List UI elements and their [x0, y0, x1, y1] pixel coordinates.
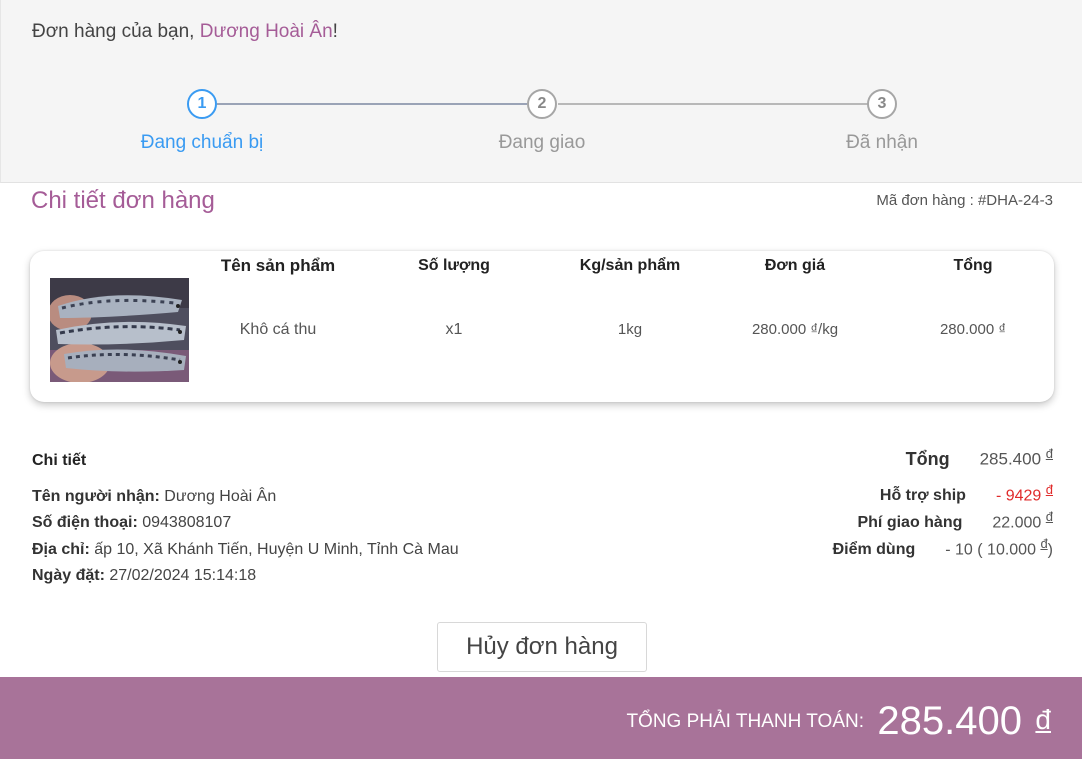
- product-total: 280.000 ₫: [939, 321, 1007, 338]
- step-label: Đang giao: [498, 132, 586, 153]
- currency-symbol: đ: [1045, 509, 1053, 524]
- shipping-fee-row: Phí giao hàng 22.000 đ: [833, 509, 1053, 536]
- order-status-stepper: 1 Đang chuẩn bị 2 Đang giao 3 Đã nhận: [1, 89, 1082, 169]
- column-header-unit-price: Đơn giá: [764, 257, 826, 274]
- phone-label: Số điện thoại:: [32, 514, 138, 531]
- step-preparing: 1 Đang chuẩn bị: [102, 89, 302, 154]
- step-delivering: 2 Đang giao: [442, 89, 642, 154]
- product-image: [50, 278, 189, 382]
- shipping-fee-amount: 22.000: [992, 514, 1042, 532]
- points-amount: - 10 ( 10.000: [945, 541, 1036, 559]
- currency-symbol: đ: [1045, 482, 1053, 497]
- address-label: Địa chỉ:: [32, 540, 90, 558]
- shipping-fee-label: Phí giao hàng: [857, 514, 963, 532]
- order-id: Mã đơn hàng : #DHA-24-3: [876, 192, 1053, 209]
- points-close-paren: ): [1047, 541, 1053, 559]
- payment-total-bar: TỔNG PHẢI THANH TOÁN: 285.400 đ: [0, 677, 1082, 759]
- price-summary: Tổng 285.400 đ Hỗ trợ ship - 9429 đ Phí …: [833, 446, 1053, 563]
- product-quantity: x1: [445, 321, 463, 338]
- order-date: 27/02/2024 15:14:18: [109, 567, 257, 584]
- recipient-label: Tên người nhận:: [32, 487, 160, 505]
- payment-currency: đ: [1035, 704, 1051, 735]
- ship-support-row: Hỗ trợ ship - 9429 đ: [833, 482, 1053, 509]
- order-item-card: Tên sản phẩm Số lượng Kg/sản phẩm Đơn gi…: [30, 251, 1054, 402]
- currency-symbol: đ: [1045, 446, 1053, 461]
- order-header: Đơn hàng của bạn, Dương Hoài Ân! 1 Đang …: [0, 0, 1082, 183]
- greeting: Đơn hàng của bạn, Dương Hoài Ân!: [32, 21, 338, 43]
- step-label: Đang chuẩn bị: [140, 132, 264, 153]
- phone-number: 0943808107: [142, 514, 232, 531]
- step-number: 2: [527, 89, 557, 119]
- customer-name: Dương Hoài Ân: [199, 21, 333, 42]
- section-title: Chi tiết đơn hàng: [31, 187, 215, 214]
- column-header-quantity: Số lượng: [418, 257, 490, 274]
- column-header-total: Tổng: [953, 257, 993, 274]
- step-number: 1: [187, 89, 217, 119]
- step-label: Đã nhận: [846, 132, 918, 153]
- dried-mackerel-photo: [50, 278, 189, 382]
- details-heading: Chi tiết: [32, 452, 87, 469]
- column-header-kg: Kg/sản phẩm: [579, 257, 681, 274]
- product-name: Khô cá thu: [239, 321, 317, 338]
- product-kg: 1kg: [617, 321, 643, 338]
- payment-total-amount: 285.400: [877, 699, 1022, 743]
- summary-total-amount: 285.400: [979, 449, 1042, 469]
- points-value: - 10 ( 10.000 đ): [945, 536, 1053, 559]
- summary-total-value: 285.400 đ: [980, 446, 1053, 470]
- step-number: 3: [867, 89, 897, 119]
- summary-total-label: Tổng: [905, 448, 950, 469]
- order-date-label: Ngày đặt:: [32, 567, 105, 584]
- order-date-row: Ngày đặt: 27/02/2024 15:14:18: [32, 563, 459, 590]
- ship-support-amount: - 9429: [995, 487, 1042, 505]
- points-label: Điểm dùng: [832, 541, 916, 559]
- ship-support-value: - 9429 đ: [996, 482, 1053, 505]
- shipping-fee-value: 22.000 đ: [992, 509, 1053, 532]
- phone-row: Số điện thoại: 0943808107: [32, 510, 459, 537]
- payment-total-label: TỔNG PHẢI THANH TOÁN:: [626, 711, 864, 732]
- currency-symbol: đ: [1040, 536, 1048, 551]
- summary-total-row: Tổng 285.400 đ: [833, 446, 1053, 482]
- cancel-order-button[interactable]: Hủy đơn hàng: [437, 622, 647, 672]
- column-header-product: Tên sản phẩm: [220, 256, 336, 275]
- recipient-details: Chi tiết Tên người nhận: Dương Hoài Ân S…: [32, 448, 459, 590]
- product-unit-price: 280.000 ₫/kg: [751, 321, 839, 338]
- recipient-row: Tên người nhận: Dương Hoài Ân: [32, 484, 459, 511]
- greeting-suffix: !: [332, 21, 338, 42]
- ship-support-label: Hỗ trợ ship: [879, 487, 966, 505]
- points-row: Điểm dùng - 10 ( 10.000 đ): [833, 536, 1053, 563]
- step-received: 3 Đã nhận: [782, 89, 982, 154]
- recipient-name: Dương Hoài Ân: [164, 487, 277, 505]
- greeting-prefix: Đơn hàng của bạn,: [32, 21, 200, 42]
- address-row: Địa chỉ: ấp 10, Xã Khánh Tiến, Huyện U M…: [32, 537, 459, 564]
- address-value: ấp 10, Xã Khánh Tiến, Huyện U Minh, Tỉnh…: [94, 540, 459, 558]
